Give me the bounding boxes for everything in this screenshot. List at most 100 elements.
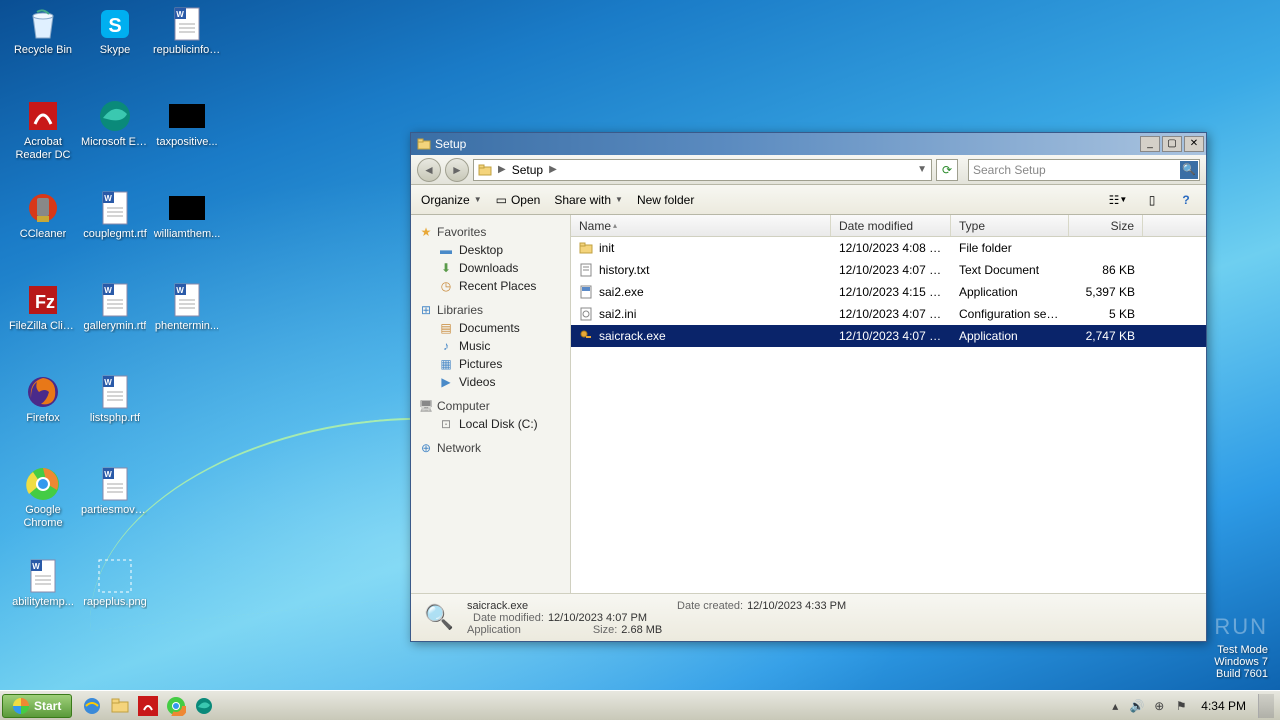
close-button[interactable]: ✕ xyxy=(1184,136,1204,152)
desktop-icon[interactable]: Wcouplegmt.rtf xyxy=(80,190,150,260)
windows-logo-icon xyxy=(13,698,29,714)
desktop-icon[interactable]: Wlistsphp.rtf xyxy=(80,374,150,444)
help-button[interactable]: ? xyxy=(1176,190,1196,210)
network-tray-icon[interactable]: ⊕ xyxy=(1151,698,1167,714)
desktop-icon[interactable]: williamthem... xyxy=(152,190,222,260)
desktop-icon-label: rapeplus.png xyxy=(83,596,147,609)
desktop-icon[interactable]: Acrobat Reader DC xyxy=(8,98,78,168)
watermark-line2: Windows 7 xyxy=(1214,656,1268,668)
table-row[interactable]: sai2.ini12/10/2023 4:07 PMConfiguration … xyxy=(571,303,1206,325)
new-folder-button[interactable]: New folder xyxy=(637,193,694,207)
forward-button[interactable]: ► xyxy=(445,158,469,182)
desktop-icon[interactable]: CCleaner xyxy=(8,190,78,260)
desktop-icon[interactable]: SSkype xyxy=(80,6,150,76)
word-doc-icon: W xyxy=(97,282,133,318)
nav-videos[interactable]: ▶Videos xyxy=(419,373,570,391)
edge-icon xyxy=(97,98,133,134)
computer-icon: 🖥 xyxy=(419,399,433,413)
desktop-icon[interactable]: Firefox xyxy=(8,374,78,444)
ccleaner-icon xyxy=(25,190,61,226)
magnifier-icon: 🔍 xyxy=(421,600,457,636)
desktop-icon[interactable]: FzFileZilla Client xyxy=(8,282,78,352)
maximize-button[interactable]: ▢ xyxy=(1162,136,1182,152)
view-button[interactable]: ☷ ▼ xyxy=(1108,190,1128,210)
desktop-icon[interactable]: Google Chrome xyxy=(8,466,78,536)
desktop-icon[interactable]: rapeplus.png xyxy=(80,558,150,628)
favorites-group[interactable]: ★Favorites xyxy=(419,223,570,241)
preview-pane-button[interactable]: ▯ xyxy=(1142,190,1162,210)
desktop-icon[interactable]: Wgallerymin.rtf xyxy=(80,282,150,352)
taskbar-edge[interactable] xyxy=(192,694,216,718)
back-button[interactable]: ◄ xyxy=(417,158,441,182)
show-desktop-button[interactable] xyxy=(1258,694,1274,718)
nav-pictures[interactable]: ▦Pictures xyxy=(419,355,570,373)
explorer-window: Setup _ ▢ ✕ ◄ ► ▶ Setup ▶ ▼ ⟳ Search Set… xyxy=(410,132,1207,642)
network-group[interactable]: ⊕Network xyxy=(419,439,570,457)
minimize-button[interactable]: _ xyxy=(1140,136,1160,152)
start-button[interactable]: Start xyxy=(2,694,72,718)
skype-icon: S xyxy=(97,6,133,42)
chevron-down-icon[interactable]: ▼ xyxy=(917,164,927,175)
col-date[interactable]: Date modified xyxy=(831,215,951,236)
libraries-group[interactable]: ⊞Libraries xyxy=(419,301,570,319)
chevron-right-icon[interactable]: ▶ xyxy=(549,164,557,175)
organize-button[interactable]: Organize▼ xyxy=(421,193,482,207)
refresh-button[interactable]: ⟳ xyxy=(936,159,958,181)
desktop-icon[interactable]: Microsoft Edge xyxy=(80,98,150,168)
folder-icon xyxy=(478,163,492,177)
clock[interactable]: 4:34 PM xyxy=(1195,699,1252,713)
col-size[interactable]: Size xyxy=(1069,215,1143,236)
table-row[interactable]: sai2.exe12/10/2023 4:15 PMApplication5,3… xyxy=(571,281,1206,303)
details-pane: 🔍 saicrack.exe Date modified: 12/10/2023… xyxy=(411,593,1206,641)
taskbar-chrome[interactable] xyxy=(164,694,188,718)
file-icon xyxy=(579,241,593,255)
svg-text:W: W xyxy=(104,378,112,387)
desktop-icon[interactable]: Wrepublicinfo.rtf xyxy=(152,6,222,76)
breadcrumb-item[interactable]: Setup xyxy=(512,163,543,177)
network-icon: ⊕ xyxy=(419,441,433,455)
word-doc-icon: W xyxy=(25,558,61,594)
open-button[interactable]: ▭Open xyxy=(496,193,541,207)
file-type: File folder xyxy=(951,241,1069,255)
table-row[interactable]: init12/10/2023 4:08 PMFile folder xyxy=(571,237,1206,259)
search-icon[interactable]: 🔍 xyxy=(1180,161,1198,179)
nav-documents[interactable]: ▤Documents xyxy=(419,319,570,337)
desktop-icon[interactable]: Wabilitytemp... xyxy=(8,558,78,628)
taskbar-ie[interactable] xyxy=(80,694,104,718)
file-size: 86 KB xyxy=(1069,263,1143,277)
desktop-icon[interactable]: Wpartiesmove... xyxy=(80,466,150,536)
file-name: saicrack.exe xyxy=(599,329,666,343)
libraries-icon: ⊞ xyxy=(419,303,433,317)
computer-group[interactable]: 🖥Computer xyxy=(419,397,570,415)
nav-music[interactable]: ♪Music xyxy=(419,337,570,355)
col-name[interactable]: Name ▴ xyxy=(571,215,831,236)
desktop-icon-label: Google Chrome xyxy=(9,504,77,529)
volume-icon[interactable]: 🔊 xyxy=(1129,698,1145,714)
action-center-icon[interactable]: ⚑ xyxy=(1173,698,1189,714)
desktop-icon[interactable]: Wphentermin... xyxy=(152,282,222,352)
taskbar-acrobat[interactable] xyxy=(136,694,160,718)
desktop-icon[interactable]: Recycle Bin xyxy=(8,6,78,76)
black-png-icon xyxy=(169,190,205,226)
title-bar[interactable]: Setup _ ▢ ✕ xyxy=(411,133,1206,155)
nav-downloads[interactable]: ⬇Downloads xyxy=(419,259,570,277)
taskbar-explorer[interactable] xyxy=(108,694,132,718)
share-with-button[interactable]: Share with▼ xyxy=(554,193,623,207)
file-icon xyxy=(579,285,593,299)
table-row[interactable]: saicrack.exe12/10/2023 4:07 PMApplicatio… xyxy=(571,325,1206,347)
show-hidden-button[interactable]: ▴ xyxy=(1107,698,1123,714)
desktop-icon-label: republicinfo.rtf xyxy=(153,44,221,57)
file-type: Application xyxy=(951,285,1069,299)
nav-recent[interactable]: ◷Recent Places xyxy=(419,277,570,295)
nav-local-disk[interactable]: ⊡Local Disk (C:) xyxy=(419,415,570,433)
search-input[interactable]: Search Setup 🔍 xyxy=(968,159,1200,181)
address-bar[interactable]: ▶ Setup ▶ ▼ xyxy=(473,159,932,181)
chrome-icon xyxy=(25,466,61,502)
file-name: history.txt xyxy=(599,263,649,277)
desktop-icon[interactable]: taxpositive... xyxy=(152,98,222,168)
nav-desktop[interactable]: ▬Desktop xyxy=(419,241,570,259)
downloads-icon: ⬇ xyxy=(439,261,453,275)
desktop-icon-label: Firefox xyxy=(26,412,60,425)
table-row[interactable]: history.txt12/10/2023 4:07 PMText Docume… xyxy=(571,259,1206,281)
col-type[interactable]: Type xyxy=(951,215,1069,236)
